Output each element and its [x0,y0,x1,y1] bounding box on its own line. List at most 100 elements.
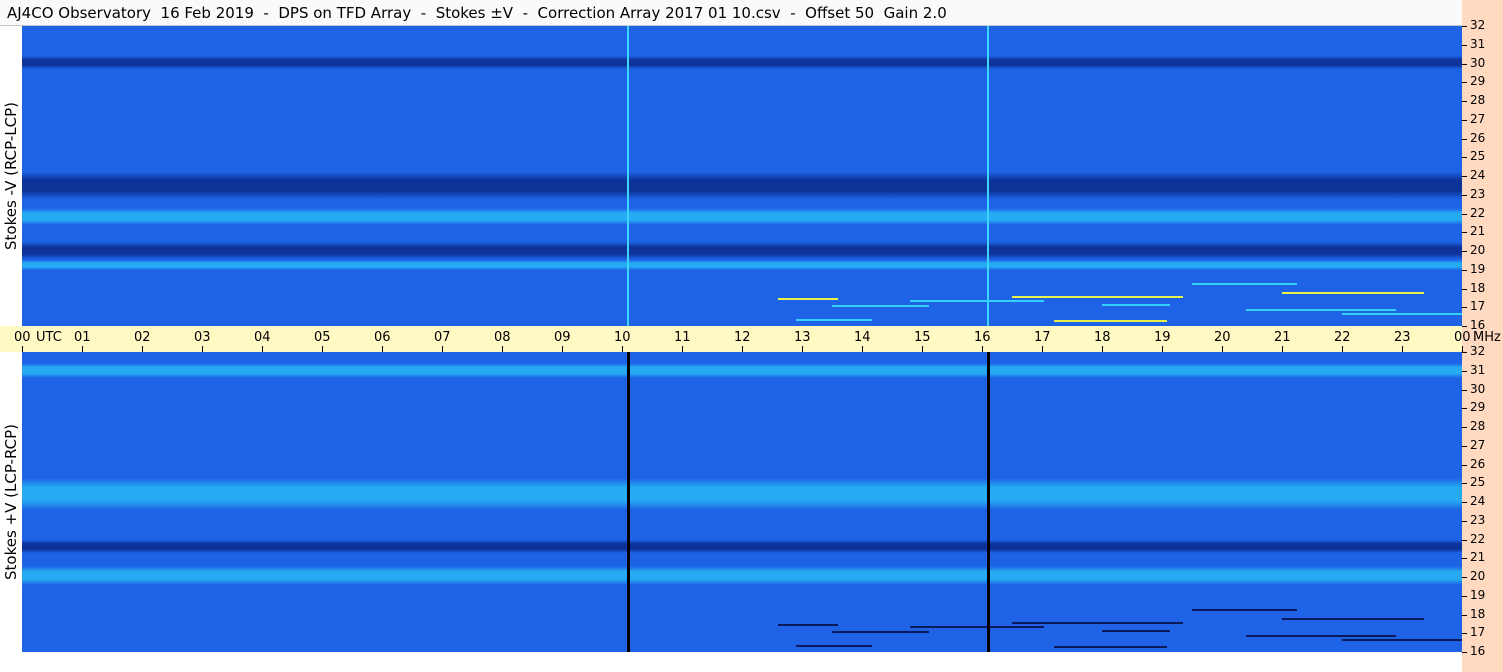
top-interference-streak [1102,303,1170,306]
freq-tick-mark [1462,520,1467,522]
freq-tick-mark [1462,157,1467,159]
top-interference-streak [778,297,838,300]
utc-hour-label: 21 [1274,330,1291,345]
bottom-panel-ylabel: Stokes +V (LCP-RCP) [2,424,20,580]
bottom-interference-streak [1012,622,1183,624]
utc-hour-label: 14 [854,330,871,345]
freq-tick-mark [1462,502,1467,503]
utc-tick-mark [982,346,983,352]
utc-hour-label: 00 [1454,330,1471,345]
utc-tick-mark [1042,346,1043,352]
utc-tick-mark [622,346,623,352]
utc-hour-label: 13 [794,330,811,345]
utc-tick-mark [562,346,563,352]
freq-tick-mark [1462,389,1467,391]
bottom-interference-streak [832,631,929,634]
top-interference-streak [1192,282,1297,285]
freq-label: 26 [1470,130,1486,145]
freq-label: 27 [1470,111,1486,126]
utc-tick-mark [682,346,683,352]
top-frequency-axis: 32 31 30 29 28 27 26 25 24 23 22 21 20 19 18 17 16 [1462,18,1503,332]
utc-tick-mark [1282,346,1283,352]
freq-tick-mark [1462,138,1467,140]
bottom-vertical-line-0 [626,352,630,652]
utc-hour-label: 01 [74,330,91,345]
utc-tick-mark [1222,346,1223,352]
freq-tick-mark [1462,26,1467,27]
utc-tick-mark [802,346,803,352]
utc-hour-label: 17 [1034,330,1051,345]
freq-label: 22 [1470,205,1486,220]
freq-label: 32 [1470,344,1486,358]
utc-tick-mark [262,346,263,352]
top-band-2 [22,207,1462,225]
utc-tick-mark [1102,346,1103,352]
freq-label: 31 [1470,362,1486,377]
utc-hour-label: 19 [1154,330,1171,345]
freq-label: 30 [1470,55,1486,70]
utc-tick-mark [142,346,143,352]
utc-hour-label: 11 [674,330,691,345]
bottom-vertical-line-1 [986,352,990,652]
stokes-plus-v-spectrogram [22,352,1462,652]
bottom-interference-streak [1342,638,1462,641]
top-interference-streak [910,299,1044,302]
top-interference-streak [796,318,872,321]
utc-hour-label: 02 [134,330,151,345]
freq-label: 16 [1470,644,1486,658]
top-interference-streak [832,305,929,308]
top-interference-streak [1054,320,1167,323]
freq-label: 23 [1470,512,1486,527]
freq-label: 27 [1470,437,1486,452]
utc-tick-mark [22,346,23,352]
freq-tick-mark [1462,194,1467,196]
stokes-minus-v-spectrogram [22,26,1462,326]
bottom-band-2 [22,539,1462,553]
top-panel-ylabel: Stokes -V (RCP-LCP) [2,102,20,250]
freq-tick-mark [1462,445,1467,447]
freq-label: 20 [1470,569,1486,583]
bottom-interference-streak [1282,618,1424,621]
freq-label: 26 [1470,456,1486,471]
freq-tick-mark [1462,577,1467,578]
freq-tick-mark [1462,370,1467,372]
freq-tick-mark [1462,352,1467,353]
mhz-unit-label: MHz [1473,330,1501,345]
freq-tick-mark [1462,176,1467,177]
bottom-interference-streak [1102,629,1170,632]
freq-tick-mark [1462,101,1467,102]
freq-label: 30 [1470,381,1486,396]
utc-hour-label: 05 [314,330,331,345]
utc-hour-label: 09 [554,330,571,345]
top-interference-streak [1012,296,1183,298]
freq-label: 21 [1470,550,1486,565]
top-vertical-line-0 [627,26,629,326]
bottom-frequency-axis: 32 31 30 29 28 27 26 25 24 23 22 21 20 19 18 17 16 [1462,344,1503,658]
utc-hour-label: 06 [374,330,391,345]
bottom-interference-streak [1246,635,1396,638]
freq-tick-mark [1462,119,1467,121]
freq-tick-mark [1462,82,1467,84]
utc-tick-mark [1342,346,1343,352]
freq-tick-mark [1462,464,1467,466]
freq-label: 28 [1470,419,1486,433]
bottom-panel-ylabel-area: Stokes +V (LCP-RCP) [0,352,22,652]
bottom-interference-streak [796,644,872,647]
utc-hour-label: 20 [1214,330,1231,345]
freq-label: 21 [1470,224,1486,239]
freq-tick-mark [1462,288,1467,290]
utc-time-axis: 00 UTC 01 02 03 04 05 06 07 08 09 10 11 12 13 14 15 16 17 1… [0,326,1501,352]
utc-hour-label: 04 [254,330,271,345]
utc-hour-label: 07 [434,330,451,345]
bottom-band-1 [22,477,1462,510]
freq-label: 22 [1470,531,1486,546]
bottom-band-3 [22,565,1462,585]
freq-tick-mark [1462,595,1467,597]
freq-tick-mark [1462,63,1467,65]
freq-label: 32 [1470,18,1486,32]
top-band-4 [22,260,1462,270]
freq-tick-mark [1462,251,1467,252]
bottom-interference-streak [910,625,1044,628]
utc-tick-mark [1162,346,1163,352]
top-band-3 [22,241,1462,259]
